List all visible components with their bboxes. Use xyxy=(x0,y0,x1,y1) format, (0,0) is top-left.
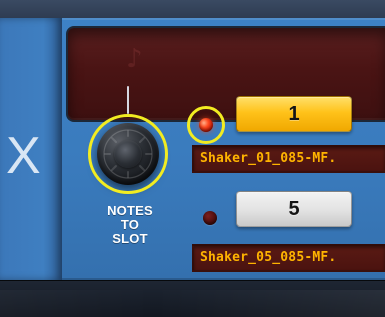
slot-1-sample-name: Shaker_01_085-MF. xyxy=(192,145,385,173)
knob-label-line-1: NOTES xyxy=(107,203,153,218)
knob-highlight-ring xyxy=(88,114,168,194)
slot-1-led-highlight-ring xyxy=(187,106,225,144)
slot-5-led xyxy=(203,211,217,225)
slot-5-button[interactable]: 5 xyxy=(236,191,352,227)
left-panel-symbol: X xyxy=(6,127,41,185)
slot-1-button[interactable]: 1 xyxy=(236,96,352,132)
slot-5-sample-name: Shaker_05_085-MF. xyxy=(192,244,385,272)
knob-indicator-line xyxy=(127,86,129,114)
knob-label-line-3: SLOT xyxy=(112,231,148,246)
top-strip xyxy=(0,0,385,19)
knob-label: NOTES TO SLOT xyxy=(93,204,167,246)
bottom-shade xyxy=(0,290,385,317)
note-icon: ♪ xyxy=(126,44,143,74)
device-screen: X ♪ NOTES TO SLOT 1 Shaker_01_085-MF. 5 … xyxy=(0,0,385,317)
left-panel: X xyxy=(0,18,62,280)
notes-to-slot-knob[interactable] xyxy=(88,114,168,194)
knob-label-line-2: TO xyxy=(120,217,140,232)
